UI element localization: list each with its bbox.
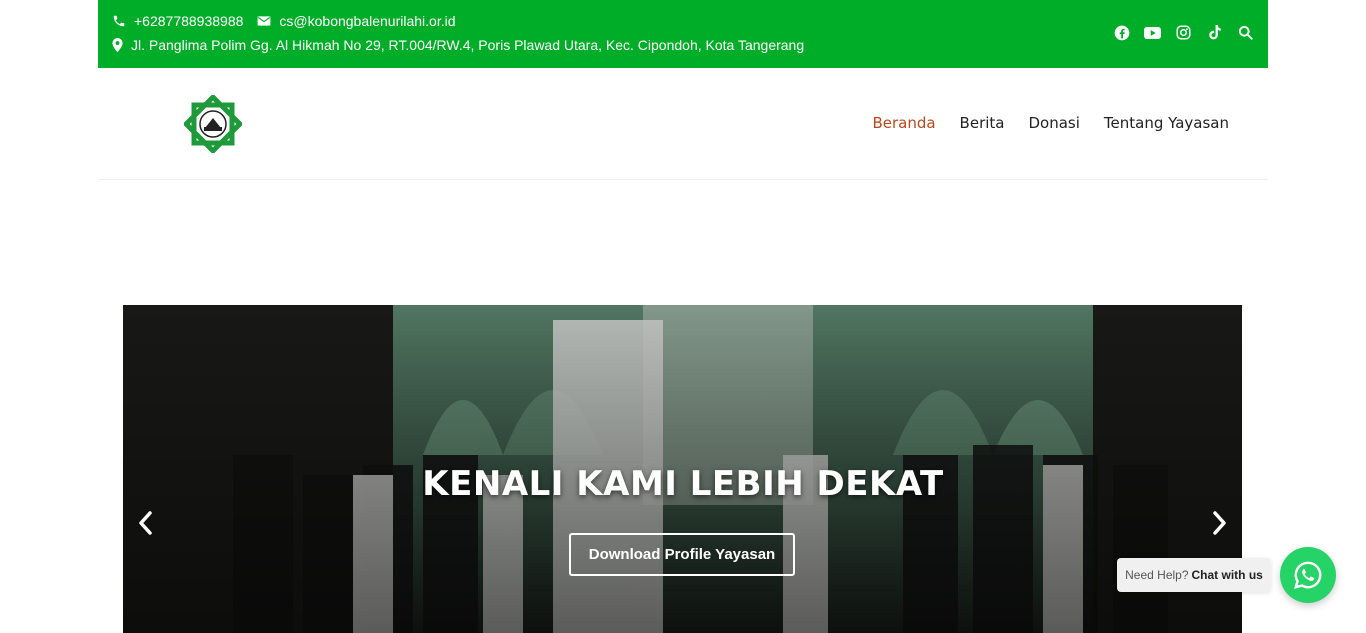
social-icons: [1113, 24, 1254, 41]
slide-title: KENALI KAMI LEBIH DEKAT: [422, 464, 944, 504]
whatsapp-help-label: Chat with us: [1191, 568, 1263, 582]
address-contact: Jl. Panglima Polim Gg. Al Hikmah No 29, …: [112, 37, 804, 53]
main-nav: Beranda Berita Donasi Tentang Yayasan: [872, 114, 1229, 132]
address-row: Jl. Panglima Polim Gg. Al Hikmah No 29, …: [112, 37, 818, 53]
whatsapp-icon: [1294, 561, 1322, 589]
download-profile-button[interactable]: Download Profile Yayasan: [569, 533, 795, 576]
email-text: cs@kobongbalenurilahi.or.id: [279, 13, 456, 29]
chevron-left-icon[interactable]: [136, 510, 156, 536]
whatsapp-help-prefix: Need Help?: [1125, 568, 1189, 582]
tiktok-icon[interactable]: [1206, 24, 1223, 41]
instagram-icon[interactable]: [1175, 24, 1192, 41]
whatsapp-chat-button[interactable]: [1280, 547, 1336, 603]
top-bar: +6287788938988 cs@kobongbalenurilahi.or.…: [98, 0, 1268, 68]
whatsapp-help-bubble[interactable]: Need Help? Chat with us: [1117, 558, 1271, 592]
nav-berita[interactable]: Berita: [960, 114, 1005, 132]
location-pin-icon: [112, 38, 123, 52]
nav-donasi[interactable]: Donasi: [1028, 114, 1079, 132]
phone-contact[interactable]: +6287788938988: [112, 13, 243, 29]
page: +6287788938988 cs@kobongbalenurilahi.or.…: [0, 0, 1366, 633]
chevron-right-icon[interactable]: [1209, 510, 1229, 536]
address-text: Jl. Panglima Polim Gg. Al Hikmah No 29, …: [131, 37, 805, 53]
logo-icon[interactable]: [182, 93, 244, 155]
contact-row: +6287788938988 cs@kobongbalenurilahi.or.…: [112, 13, 470, 29]
nav-beranda[interactable]: Beranda: [872, 114, 935, 132]
facebook-icon[interactable]: [1113, 24, 1130, 41]
phone-text: +6287788938988: [134, 13, 244, 29]
email-contact[interactable]: cs@kobongbalenurilahi.or.id: [257, 13, 456, 29]
search-icon[interactable]: [1237, 24, 1254, 41]
youtube-icon[interactable]: [1144, 24, 1161, 41]
site-header: Beranda Berita Donasi Tentang Yayasan: [98, 68, 1268, 180]
phone-icon: [113, 15, 125, 27]
nav-tentang-yayasan[interactable]: Tentang Yayasan: [1104, 114, 1229, 132]
envelope-icon: [257, 16, 271, 26]
